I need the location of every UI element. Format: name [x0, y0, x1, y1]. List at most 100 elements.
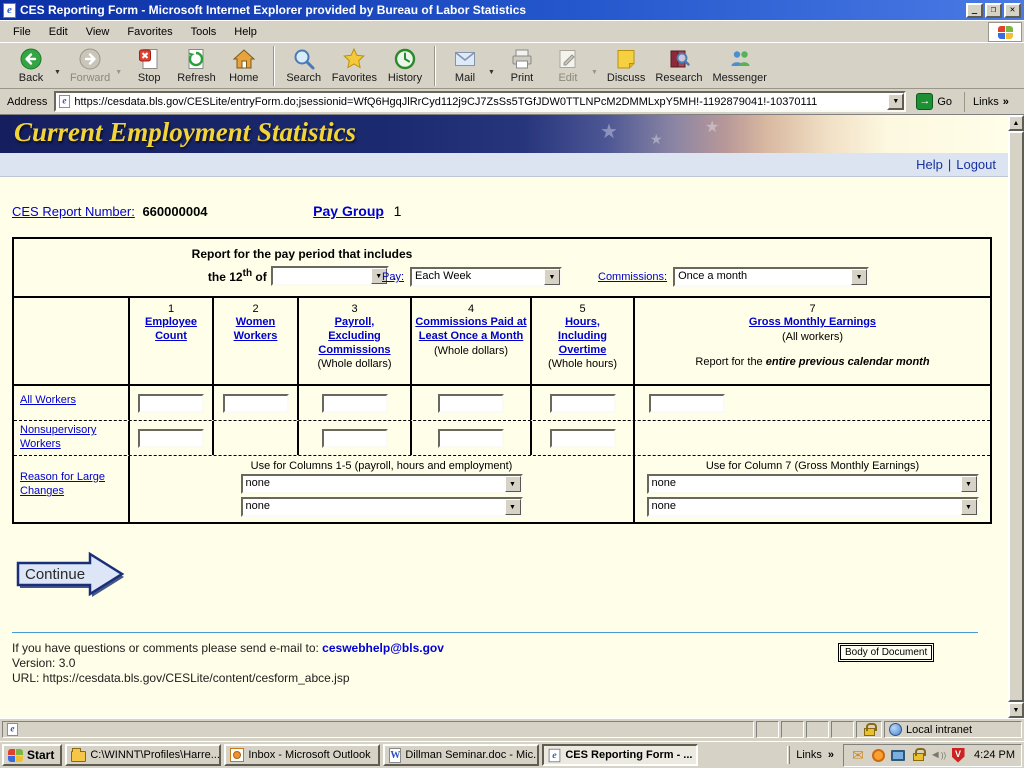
nonsupervisory-commissions-input[interactable]	[438, 429, 504, 448]
reason-cols-1-5-cell: Use for Columns 1-5 (payroll, hours and …	[128, 456, 633, 522]
taskbar-item-ie-active[interactable]: e CES Reporting Form - ...	[542, 744, 698, 766]
minimize-button[interactable]: _	[966, 3, 983, 18]
employee-count-link[interactable]: Employee Count	[135, 316, 207, 344]
nonsupervisory-payroll-input[interactable]	[322, 429, 388, 448]
close-button[interactable]: ✕	[1004, 3, 1021, 18]
column-header-row: 1 Employee Count 2 Women Workers 3 Payro…	[14, 298, 990, 386]
discuss-icon	[614, 47, 638, 71]
tray-clock-icon[interactable]	[870, 747, 886, 763]
help-link[interactable]: Help	[916, 157, 943, 172]
links-toolbar[interactable]: Links »	[964, 92, 1009, 112]
reason-cols-1-5-select-1[interactable]: none	[241, 474, 523, 494]
body-of-document-button[interactable]: Body of Document	[840, 645, 932, 660]
corner-cell	[14, 298, 128, 384]
select-dropdown-icon	[505, 476, 521, 492]
zone-label: Local intranet	[906, 724, 972, 736]
all-workers-payroll-input[interactable]	[322, 394, 388, 413]
refresh-button[interactable]: Refresh	[172, 44, 221, 88]
scroll-up-icon[interactable]: ▲	[1008, 115, 1024, 131]
all-workers-hours-input[interactable]	[550, 394, 616, 413]
start-button[interactable]: Start	[2, 744, 62, 766]
all-workers-gross-monthly-input[interactable]	[649, 394, 725, 413]
vertical-scrollbar[interactable]: ▲ ▼	[1008, 115, 1024, 718]
pay-link[interactable]: Pay:	[382, 271, 404, 283]
tray-mail-icon[interactable]: ✉	[850, 747, 866, 763]
edit-icon	[556, 47, 580, 71]
ceswebhelp-email-link[interactable]: ceswebhelp@bls.gov	[322, 641, 444, 655]
tray-network-icon[interactable]	[890, 747, 906, 763]
menu-bar: File Edit View Favorites Tools Help	[0, 20, 1024, 42]
commissions-frequency-select[interactable]: Once a month	[673, 267, 869, 287]
scroll-down-icon[interactable]: ▼	[1008, 702, 1024, 718]
hours-link[interactable]: Hours, Including Overtime	[547, 316, 619, 357]
back-dropdown-icon[interactable]: ▼	[54, 69, 61, 76]
menu-view[interactable]: View	[77, 23, 119, 41]
favorites-button[interactable]: Favorites	[327, 44, 382, 88]
menu-tools[interactable]: Tools	[182, 23, 226, 41]
menu-favorites[interactable]: Favorites	[118, 23, 181, 41]
home-button[interactable]: Home	[221, 44, 267, 88]
back-button[interactable]: Back	[8, 44, 54, 88]
menu-edit[interactable]: Edit	[40, 23, 77, 41]
status-main-pane: e	[2, 721, 754, 738]
gross-monthly-earnings-link[interactable]: Gross Monthly Earnings	[749, 316, 876, 330]
logout-link[interactable]: Logout	[956, 157, 996, 172]
print-button[interactable]: Print	[499, 44, 545, 88]
payroll-link[interactable]: Payroll, Excluding Commissions	[309, 316, 401, 357]
taskbar-links-toolbar[interactable]: Links »	[796, 749, 834, 761]
commissions-link[interactable]: Commissions:	[598, 271, 667, 283]
col-commissions-header: 4 Commissions Paid at Least Once a Month…	[410, 298, 530, 384]
pay-frequency-select[interactable]: Each Week	[410, 267, 562, 287]
reason-for-large-changes-link[interactable]: Reason for Large Changes	[20, 471, 105, 497]
taskbar-item-explorer[interactable]: C:\WINNT\Profiles\Harre...	[65, 744, 221, 766]
pay-period-section: Report for the pay period that includes …	[14, 239, 990, 298]
mail-dropdown-icon[interactable]: ▼	[488, 69, 495, 76]
discuss-button[interactable]: Discuss	[602, 44, 651, 88]
back-icon	[19, 47, 43, 71]
search-button[interactable]: Search	[281, 44, 327, 88]
all-workers-employee-count-input[interactable]	[138, 394, 204, 413]
taskbar-item-word[interactable]: W Dillman Seminar.doc - Mic...	[383, 744, 539, 766]
session-bar: Help | Logout	[0, 153, 1008, 177]
menu-file[interactable]: File	[4, 23, 40, 41]
reason-cols-1-5-select-2[interactable]: none	[241, 497, 523, 517]
address-input[interactable]: e https://cesdata.bls.gov/CESLite/entryF…	[54, 91, 906, 112]
page-icon: e	[59, 95, 70, 108]
history-button[interactable]: History	[382, 44, 428, 88]
pay-group-link[interactable]: Pay Group	[313, 203, 384, 219]
ces-report-number-link[interactable]: CES Report Number:	[12, 204, 135, 219]
nonsupervisory-hours-input[interactable]	[550, 429, 616, 448]
messenger-button[interactable]: Messenger	[707, 44, 771, 88]
mail-button[interactable]: Mail	[442, 44, 488, 88]
all-workers-women-workers-input[interactable]	[223, 394, 289, 413]
reason-col-7-select-2[interactable]: none	[647, 497, 979, 517]
divider: |	[948, 157, 951, 172]
restore-button[interactable]: ❐	[985, 3, 1002, 18]
tray-lock-icon[interactable]	[910, 747, 926, 763]
taskbar-item-outlook[interactable]: Inbox - Microsoft Outlook	[224, 744, 380, 766]
stop-button[interactable]: Stop	[126, 44, 172, 88]
go-arrow-icon: →	[916, 93, 933, 110]
go-button[interactable]: → Go	[912, 92, 956, 111]
all-workers-row: All Workers	[14, 386, 990, 421]
women-workers-link[interactable]: Women Workers	[225, 316, 287, 344]
research-button[interactable]: Research	[650, 44, 707, 88]
tray-antivirus-icon[interactable]: V	[950, 747, 966, 763]
menu-help[interactable]: Help	[225, 23, 266, 41]
tray-volume-icon[interactable]: ◄))	[930, 747, 946, 763]
nonsupervisory-employee-count-input[interactable]	[138, 429, 204, 448]
continue-button[interactable]: Continue	[16, 551, 128, 599]
all-workers-commissions-input[interactable]	[438, 394, 504, 413]
col-gross-monthly-header: 7 Gross Monthly Earnings (All workers) R…	[633, 298, 990, 384]
select-dropdown-icon	[851, 269, 867, 285]
nonsupervisory-workers-link[interactable]: Nonsupervisory Workers	[20, 424, 96, 450]
pay-period-month-select[interactable]	[271, 266, 389, 286]
reason-col-7-select-1[interactable]: none	[647, 474, 979, 494]
scrollbar-thumb[interactable]	[1008, 131, 1024, 702]
ces-banner: Current Employment Statistics ★ ★ ★	[0, 115, 1008, 153]
commissions-paid-link[interactable]: Commissions Paid at Least Once a Month	[415, 316, 527, 344]
all-workers-link[interactable]: All Workers	[20, 394, 76, 406]
address-dropdown-icon[interactable]: ▼	[887, 93, 904, 110]
report-form-table: Report for the pay period that includes …	[12, 237, 992, 524]
browser-window: e CES Reporting Form - Microsoft Interne…	[0, 0, 1024, 768]
